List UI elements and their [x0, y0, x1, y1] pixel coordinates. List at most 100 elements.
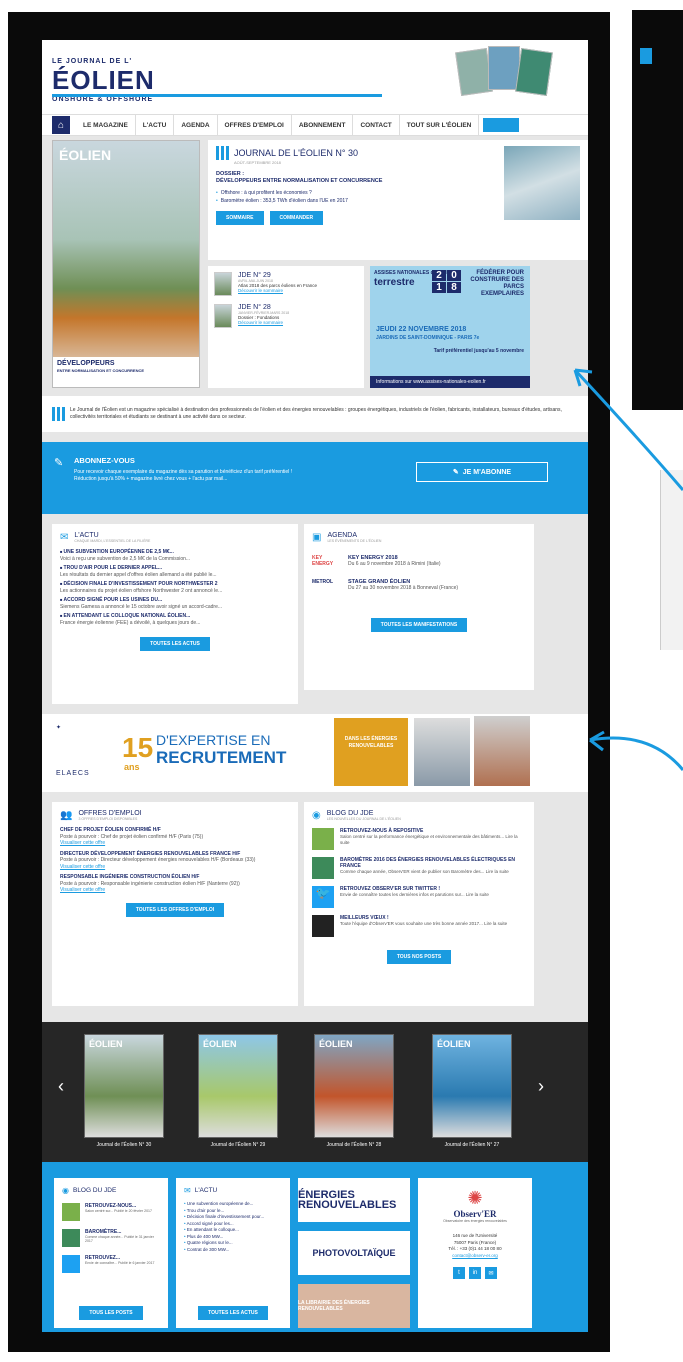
- footer-post[interactable]: BAROMÈTRE... Comme chaque année... Publié…: [62, 1229, 160, 1247]
- ad-tagline: FÉDÉRER POUR CONSTRUIRE DES PARCS EXEMPL…: [470, 270, 524, 297]
- actu-item[interactable]: TROU D'AIR POUR LE DERNIER APPEL...Les r…: [60, 565, 290, 578]
- post-excerpt: Envie de connaître toutes les dernières …: [340, 892, 489, 897]
- actu-list: UNE SUBVENTION EUROPÉENNE DE 2,5 M€...Vo…: [60, 549, 290, 626]
- issue-link[interactable]: Découvrir le sommaire: [238, 288, 317, 293]
- actu-excerpt: Les résultats du dernier appel d'offres …: [60, 571, 217, 578]
- bars-icon: [216, 146, 229, 160]
- issue-thumbnail: [214, 304, 232, 328]
- footer-post-meta: Comme chaque année... Publié le 31 janvi…: [85, 1235, 154, 1243]
- footer-blog: ◉ BLOG DU JDE RETROUVEZ-NOUS... Salon cent…: [54, 1178, 168, 1328]
- nav-offres[interactable]: OFFRES D'EMPLOI: [218, 114, 292, 136]
- ad-year: 2 0 1 8: [432, 270, 461, 293]
- subscribe-button-label: JE M'ABONNE: [462, 468, 512, 476]
- news-agenda-row: ✉ L'ACTU CHAQUE MARDI, L'ESSENTIEL DE LA…: [42, 524, 588, 704]
- jobs-subtitle: 3 OFFRES D'EMPLOI DISPONIBLES: [78, 817, 138, 821]
- chevron-left-icon[interactable]: ‹: [58, 1076, 64, 1097]
- footer-post[interactable]: RETROUVEZ-NOUS... Salon centré sur... Pub…: [62, 1203, 160, 1221]
- footer-all-posts-button[interactable]: TOUS LES POSTS: [79, 1306, 143, 1320]
- linkedin-icon[interactable]: in: [469, 1267, 481, 1279]
- journal-photo: [504, 146, 580, 220]
- actu-title: L'ACTU: [74, 532, 99, 539]
- issue-title: JDE N° 28: [238, 304, 271, 311]
- energies-renouvelables-logo[interactable]: ÉNERGIES RENOUVELABLES: [298, 1178, 410, 1222]
- nav-contact[interactable]: CONTACT: [353, 114, 400, 136]
- blog-post[interactable]: MEILLEURS VŒUX ! Toute l'équipe d'Observ'…: [312, 915, 526, 937]
- actu-item[interactable]: ACCORD SIGNÉ POUR LES USINES DU...Siemen…: [60, 597, 290, 610]
- issue-item[interactable]: JDE N° 29 AVRIL-MAI-JUIN 2018 Atlas 2018…: [214, 272, 358, 296]
- actu-header: ✉ L'ACTU CHAQUE MARDI, L'ESSENTIEL DE LA…: [60, 532, 290, 543]
- hero-section: ÉOLIEN DÉVELOPPEURS ENTRE NORMALISATION …: [42, 140, 588, 390]
- actu-excerpt: Siemens Gamesa a annoncé le 15 octobre a…: [60, 603, 223, 610]
- address-email[interactable]: contact@observ-er.org: [426, 1253, 524, 1260]
- calendar-icon: ▣: [312, 532, 322, 543]
- nav-agenda[interactable]: AGENDA: [174, 114, 218, 136]
- logo-prefix: LE JOURNAL DE L': [52, 58, 133, 65]
- home-icon[interactable]: ⌂: [52, 116, 70, 134]
- agenda-event[interactable]: KEY ENERGY KEY ENERGY 2018 Du 6 au 9 nov…: [312, 555, 526, 567]
- ad-year-digit: 2: [432, 270, 446, 281]
- journal-summary: JOURNAL DE L'ÉOLIEN N° 30 AOÛT-SEPTEMBRE…: [208, 140, 588, 260]
- issue-item[interactable]: JDE N° 28 JANVIER-FÉVRIER-MARS 2018 Doss…: [214, 304, 358, 328]
- summary-button[interactable]: SOMMAIRE: [216, 211, 264, 225]
- blog-post[interactable]: 🐦 RETROUVEZ OBSERV'ER SUR TWITTER ! Envie…: [312, 886, 526, 908]
- nav-magazine[interactable]: LE MAGAZINE: [76, 114, 136, 136]
- subscribe-button[interactable]: ✎ JE M'ABONNE: [416, 462, 548, 482]
- actu-item[interactable]: EN ATTENDANT LE COLLOQUE NATIONAL ÉOLIEN…: [60, 613, 290, 626]
- recruit-gold-box: DANS LES ÉNERGIES RENOUVELABLES: [334, 718, 408, 786]
- job-link[interactable]: Visualiser cette offre: [60, 887, 290, 894]
- mail-icon[interactable]: ✉: [485, 1267, 497, 1279]
- blog-post[interactable]: RETROUVEZ-NOUS À REPOSITIVE Salon centré …: [312, 828, 526, 850]
- twitter-icon[interactable]: t: [453, 1267, 465, 1279]
- recruit-expertise: D'EXPERTISE EN: [156, 732, 271, 748]
- logo-sub: ONSHORE & OFFSHORE: [52, 96, 154, 103]
- actu-headline: DÉCISION FINALE D'INVESTISSEMENT POUR NO…: [60, 581, 218, 587]
- librairie-logo[interactable]: LA LIBRAIRIE DES ÉNERGIES RENOUVELABLES: [298, 1284, 410, 1328]
- nav-actu[interactable]: L'ACTU: [136, 114, 175, 136]
- carousel-cover[interactable]: ÉOLIEN: [432, 1034, 512, 1138]
- actu-item[interactable]: DÉCISION FINALE D'INVESTISSEMENT POUR NO…: [60, 581, 290, 594]
- photovoltaique-logo[interactable]: PHOTOVOLTAÏQUE: [298, 1231, 410, 1275]
- intro-strip: Le Journal de l'Éolien est un magazine s…: [42, 396, 588, 432]
- footer-actu-item[interactable]: Contrat de 300 MW...: [184, 1247, 282, 1254]
- cover-footer: DÉVELOPPEURS ENTRE NORMALISATION ET CONC…: [53, 357, 199, 387]
- issue-title: JDE N° 29: [238, 272, 271, 279]
- blue-marker: [640, 48, 652, 64]
- carousel-cover[interactable]: ÉOLIEN: [84, 1034, 164, 1138]
- job-item: RESPONSABLE INGÉNIERIE CONSTRUCTION ÉOLI…: [60, 874, 290, 894]
- actu-item[interactable]: UNE SUBVENTION EUROPÉENNE DE 2,5 M€...Vo…: [60, 549, 290, 562]
- agenda-title: AGENDA: [327, 532, 358, 539]
- job-link[interactable]: Visualiser cette offre: [60, 864, 290, 871]
- chevron-right-icon[interactable]: ›: [538, 1076, 544, 1097]
- footer-post[interactable]: RETROUVEZ... Envie de connaître... Publié…: [62, 1255, 160, 1273]
- assises-banner-ad[interactable]: ASSISES NATIONALES de l'éolien terrestre…: [370, 266, 530, 388]
- ad-year-digit: 1: [432, 282, 446, 293]
- all-posts-button[interactable]: TOUS NOS POSTS: [386, 950, 452, 964]
- order-button[interactable]: COMMANDER: [269, 211, 324, 225]
- carousel-cover[interactable]: ÉOLIEN: [198, 1034, 278, 1138]
- search-button[interactable]: [483, 118, 520, 132]
- blog-post[interactable]: BAROMÈTRE 2016 DES ÉNERGIES RENOUVELABLE…: [312, 857, 526, 879]
- subscribe-text: Pour recevoir chaque exemplaire du magaz…: [74, 469, 293, 482]
- post-thumbnail: [312, 828, 334, 850]
- agenda-subtitle: LES ÉVÉNEMENTS DE L'ÉOLIEN: [327, 539, 382, 543]
- agenda-event[interactable]: METROL STAGE GRAND ÉOLIEN Du 27 au 30 no…: [312, 579, 526, 591]
- nav-abonnement[interactable]: ABONNEMENT: [292, 114, 354, 136]
- all-jobs-button[interactable]: TOUTES LES OFFRES D'EMPLOI: [125, 902, 225, 917]
- carousel-cover[interactable]: ÉOLIEN: [314, 1034, 394, 1138]
- post-excerpt: Toute l'équipe d'Observ'ER vous souhaite…: [340, 921, 508, 926]
- cover-subheadline: ENTRE NORMALISATION ET CONCURRENCE: [57, 368, 145, 373]
- job-link[interactable]: Visualiser cette offre: [60, 840, 290, 847]
- actu-card: ✉ L'ACTU CHAQUE MARDI, L'ESSENTIEL DE LA…: [52, 524, 298, 704]
- recruitment-ad[interactable]: ✦ ELAECS 15 ans D'EXPERTISE EN RECRUTEME…: [42, 714, 588, 792]
- footer-actu: ✉L'ACTU Une subvention européenne de... …: [176, 1178, 290, 1328]
- issue-link[interactable]: Découvrir le sommaire: [238, 320, 289, 325]
- footer-actu-title: L'ACTU: [194, 1187, 218, 1194]
- current-issue-cover[interactable]: ÉOLIEN DÉVELOPPEURS ENTRE NORMALISATION …: [52, 140, 200, 388]
- elaecs-logo-icon: ✦: [56, 725, 62, 731]
- footer-all-news-button[interactable]: TOUTES LES ACTUS: [198, 1306, 268, 1320]
- all-events-button[interactable]: TOUTES LES MANIFESTATIONS: [370, 618, 468, 632]
- post-thumbnail: [312, 915, 334, 937]
- all-news-button[interactable]: TOUTES LES ACTUS: [140, 637, 210, 651]
- envelope-icon: ✉: [60, 532, 69, 543]
- nav-tout-sur-eolien[interactable]: TOUT SUR L'ÉOLIEN: [400, 114, 480, 136]
